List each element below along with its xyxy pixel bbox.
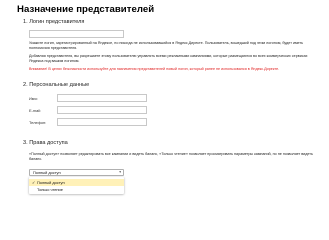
- option-read-only-label: Только чтение: [37, 187, 63, 192]
- login-warning-text: Внимание! В целях безопасности используй…: [29, 67, 280, 71]
- email-label: E-mail:: [29, 108, 42, 113]
- access-select-value: Полный доступ: [33, 170, 61, 175]
- section-personal-title: 2. Персональные данные: [23, 82, 90, 88]
- access-description: «Полный доступ» позволяет редактировать …: [29, 152, 313, 161]
- page-title: Назначение представителей: [17, 4, 155, 15]
- option-full-access[interactable]: ✓ Полный доступ: [29, 179, 124, 186]
- access-select[interactable]: Полный доступ ▾: [29, 169, 124, 176]
- login-info-text: Добавляя представителя, вы разрешаете эт…: [29, 54, 308, 63]
- chevron-down-icon: ▾: [119, 170, 121, 174]
- section-access-title: 3. Права доступа: [23, 140, 68, 146]
- email-input[interactable]: [57, 106, 147, 114]
- name-label: Имя:: [29, 96, 38, 101]
- login-help-text: Укажите логин, зарегистрированный на Янд…: [29, 41, 304, 50]
- login-input[interactable]: [29, 30, 124, 38]
- check-icon: ✓: [32, 180, 36, 185]
- name-input[interactable]: [57, 94, 147, 102]
- phone-input[interactable]: [57, 118, 147, 126]
- section-login-title: 1. Логин представителя: [23, 19, 85, 25]
- access-dropdown-menu: ✓ Полный доступ Только чтение: [29, 177, 124, 194]
- page: Назначение представителей 1. Логин предс…: [0, 0, 329, 201]
- option-full-access-label: Полный доступ: [37, 180, 65, 185]
- option-read-only[interactable]: Только чтение: [29, 186, 124, 193]
- phone-label: Телефон:: [29, 120, 47, 125]
